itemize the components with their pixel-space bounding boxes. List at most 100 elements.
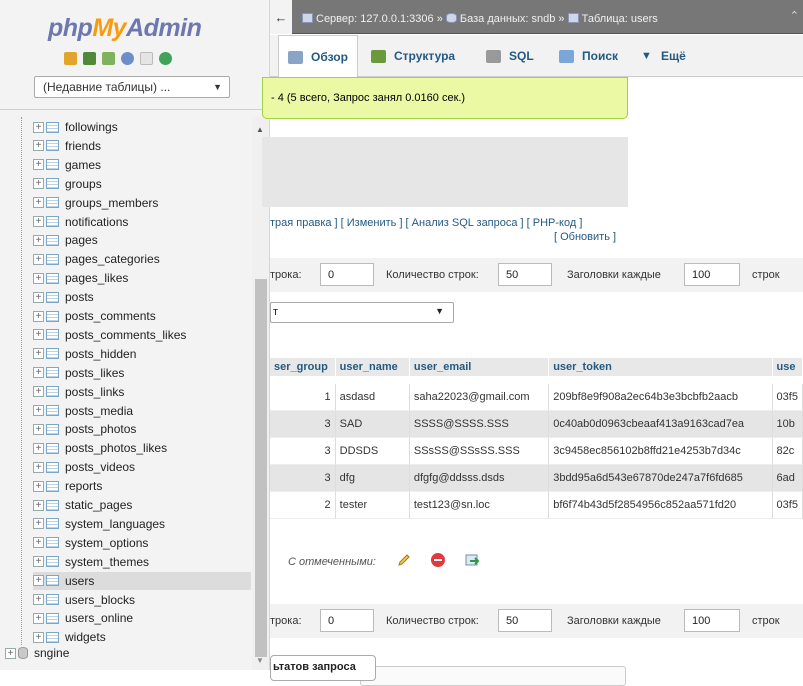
headers-every-input[interactable]: 100 bbox=[684, 609, 740, 632]
expand-icon[interactable]: + bbox=[33, 121, 44, 133]
rows-count-input[interactable]: 50 bbox=[498, 609, 552, 632]
sidebar-item-reports[interactable]: + reports bbox=[33, 477, 251, 495]
start-row-input[interactable]: 0 bbox=[320, 263, 374, 286]
table-cell[interactable]: 82c bbox=[772, 438, 803, 465]
table-row[interactable]: 2 tester test123@sn.loc bf6f74b43d5f2854956… bbox=[270, 492, 803, 519]
sql-query-icon[interactable] bbox=[102, 52, 115, 65]
tab-structure[interactable]: Структура bbox=[362, 35, 464, 77]
tab-sql[interactable]: SQL bbox=[477, 35, 543, 77]
table-cell[interactable]: 03f5 bbox=[772, 384, 803, 411]
sidebar-item-notifications[interactable]: + notifications bbox=[33, 213, 251, 231]
table-cell[interactable]: asdasd bbox=[335, 384, 410, 411]
expand-icon[interactable]: + bbox=[33, 310, 44, 322]
help-icon[interactable] bbox=[121, 52, 134, 65]
sidebar-item-users-blocks[interactable]: + users_blocks bbox=[33, 591, 251, 609]
headers-every-input[interactable]: 100 bbox=[684, 263, 740, 286]
export-icon[interactable] bbox=[464, 552, 480, 571]
expand-icon[interactable]: + bbox=[33, 405, 44, 416]
table-cell[interactable]: dfgfg@ddsss.dsds bbox=[409, 465, 550, 492]
column-header[interactable]: user_email bbox=[409, 358, 550, 376]
scrollbar-thumb[interactable] bbox=[255, 279, 267, 657]
expand-icon[interactable]: + bbox=[33, 216, 44, 227]
expand-icon[interactable]: + bbox=[33, 159, 44, 171]
sidebar-item-pages-categories[interactable]: + pages_categories bbox=[33, 250, 251, 268]
table-row[interactable]: 3 DDSDS SSsSS@SSsSS.SSS 3c9458ec856102b8ffd… bbox=[270, 438, 803, 465]
filter-select[interactable]: т ▼ bbox=[270, 302, 454, 323]
table-cell[interactable]: 3bdd95a6d543e67870de247a7f6fd685 bbox=[549, 465, 773, 492]
expand-icon[interactable]: + bbox=[33, 329, 44, 341]
database-item[interactable]: + sngine bbox=[5, 646, 69, 660]
table-cell[interactable]: SSSS@SSSS.SSS bbox=[409, 411, 550, 438]
expand-icon[interactable]: + bbox=[33, 594, 44, 605]
sidebar-item-widgets[interactable]: + widgets bbox=[33, 628, 251, 646]
table-row[interactable]: 1 asdasd saha22023@gmail.com 209bf8e9f908a2… bbox=[270, 384, 803, 411]
sidebar-item-posts-comments-likes[interactable]: + posts_comments_likes bbox=[33, 326, 251, 344]
table-cell[interactable]: SSsSS@SSsSS.SSS bbox=[409, 438, 550, 465]
table-cell[interactable]: SAD bbox=[335, 411, 410, 438]
expand-icon[interactable]: + bbox=[5, 647, 16, 659]
table-cell[interactable]: saha22023@gmail.com bbox=[409, 384, 550, 411]
sidebar-item-system-languages[interactable]: + system_languages bbox=[33, 515, 251, 533]
docs-icon[interactable] bbox=[140, 52, 153, 65]
table-cell[interactable]: 2 bbox=[270, 492, 336, 519]
logout-icon[interactable] bbox=[83, 52, 96, 65]
table-cell[interactable]: 3 bbox=[270, 465, 336, 492]
expand-icon[interactable]: + bbox=[33, 367, 44, 379]
start-row-input[interactable]: 0 bbox=[320, 609, 374, 632]
breadcrumb-server[interactable]: Сервер: 127.0.0.1:3306 » bbox=[316, 13, 443, 25]
expand-icon[interactable]: + bbox=[33, 518, 44, 530]
delete-icon[interactable] bbox=[430, 552, 446, 571]
sidebar-item-posts-likes[interactable]: + posts_likes bbox=[33, 364, 251, 382]
refresh-link[interactable]: [ Обновить ] bbox=[270, 230, 628, 244]
reload-icon[interactable] bbox=[159, 52, 172, 65]
collapse-nav-button[interactable]: ← bbox=[270, 0, 292, 34]
column-header[interactable]: user_token bbox=[549, 358, 773, 376]
table-row[interactable]: 3 dfg dfgfg@ddsss.dsds 3bdd95a6d543e67870de… bbox=[270, 465, 803, 492]
expand-icon[interactable]: + bbox=[33, 234, 44, 246]
column-header[interactable]: user_name bbox=[335, 358, 410, 376]
sidebar-item-system-options[interactable]: + system_options bbox=[33, 534, 251, 552]
table-cell[interactable]: dfg bbox=[335, 465, 410, 492]
expand-icon[interactable]: + bbox=[33, 253, 44, 265]
sidebar-item-pages[interactable]: + pages bbox=[33, 231, 251, 249]
expand-icon[interactable]: + bbox=[33, 272, 44, 284]
sidebar-item-posts-photos[interactable]: + posts_photos bbox=[33, 420, 251, 438]
table-cell[interactable]: DDSDS bbox=[335, 438, 410, 465]
breadcrumb-database[interactable]: База данных: sndb » bbox=[460, 13, 565, 25]
table-cell[interactable]: 3 bbox=[270, 438, 336, 465]
table-cell[interactable]: 0c40ab0d0963cbeaaf413a9163cad7ea bbox=[549, 411, 773, 438]
sidebar-item-groups-members[interactable]: + groups_members bbox=[33, 194, 251, 212]
column-header[interactable]: ser_group bbox=[270, 358, 336, 376]
table-cell[interactable]: 6ad bbox=[772, 465, 803, 492]
expand-icon[interactable]: + bbox=[33, 291, 44, 303]
sidebar-item-followings[interactable]: + followings bbox=[33, 118, 251, 136]
tab-browse[interactable]: Обзор bbox=[278, 35, 358, 78]
sidebar-item-users[interactable]: + users bbox=[33, 571, 251, 590]
table-cell[interactable]: 10b bbox=[772, 411, 803, 438]
sidebar-item-users-online[interactable]: + users_online bbox=[33, 609, 251, 627]
expand-icon[interactable]: + bbox=[33, 461, 44, 473]
table-cell[interactable]: 3 bbox=[270, 411, 336, 438]
sidebar-item-posts-links[interactable]: + posts_links bbox=[33, 383, 251, 401]
sidebar-item-posts-comments[interactable]: + posts_comments bbox=[33, 307, 251, 325]
tab-search[interactable]: Поиск bbox=[550, 35, 627, 77]
sidebar-item-posts-videos[interactable]: + posts_videos bbox=[33, 458, 251, 476]
expand-icon[interactable]: + bbox=[33, 423, 44, 435]
sidebar-item-posts-photos-likes[interactable]: + posts_photos_likes bbox=[33, 439, 251, 457]
sidebar-item-pages-likes[interactable]: + pages_likes bbox=[33, 269, 251, 287]
recent-tables-select[interactable]: (Недавние таблицы) ... ▼ bbox=[34, 76, 230, 98]
expand-icon[interactable]: + bbox=[33, 631, 44, 643]
expand-icon[interactable]: + bbox=[33, 178, 44, 190]
sidebar-item-friends[interactable]: + friends bbox=[33, 137, 251, 155]
expand-icon[interactable]: + bbox=[33, 386, 44, 398]
edit-icon[interactable] bbox=[396, 552, 412, 571]
table-cell[interactable]: 209bf8e9f908a2ec64b3e3bcbfb2aacb bbox=[549, 384, 773, 411]
breadcrumb-table[interactable]: Таблица: users bbox=[582, 13, 658, 25]
sidebar-item-posts-hidden[interactable]: + posts_hidden bbox=[33, 345, 251, 363]
sidebar-item-system-themes[interactable]: + system_themes bbox=[33, 553, 251, 571]
table-cell[interactable]: test123@sn.loc bbox=[409, 492, 550, 519]
expand-icon[interactable]: + bbox=[33, 197, 44, 209]
expand-icon[interactable]: + bbox=[33, 140, 44, 152]
expand-icon[interactable]: + bbox=[33, 480, 44, 492]
expand-icon[interactable]: + bbox=[33, 556, 44, 568]
